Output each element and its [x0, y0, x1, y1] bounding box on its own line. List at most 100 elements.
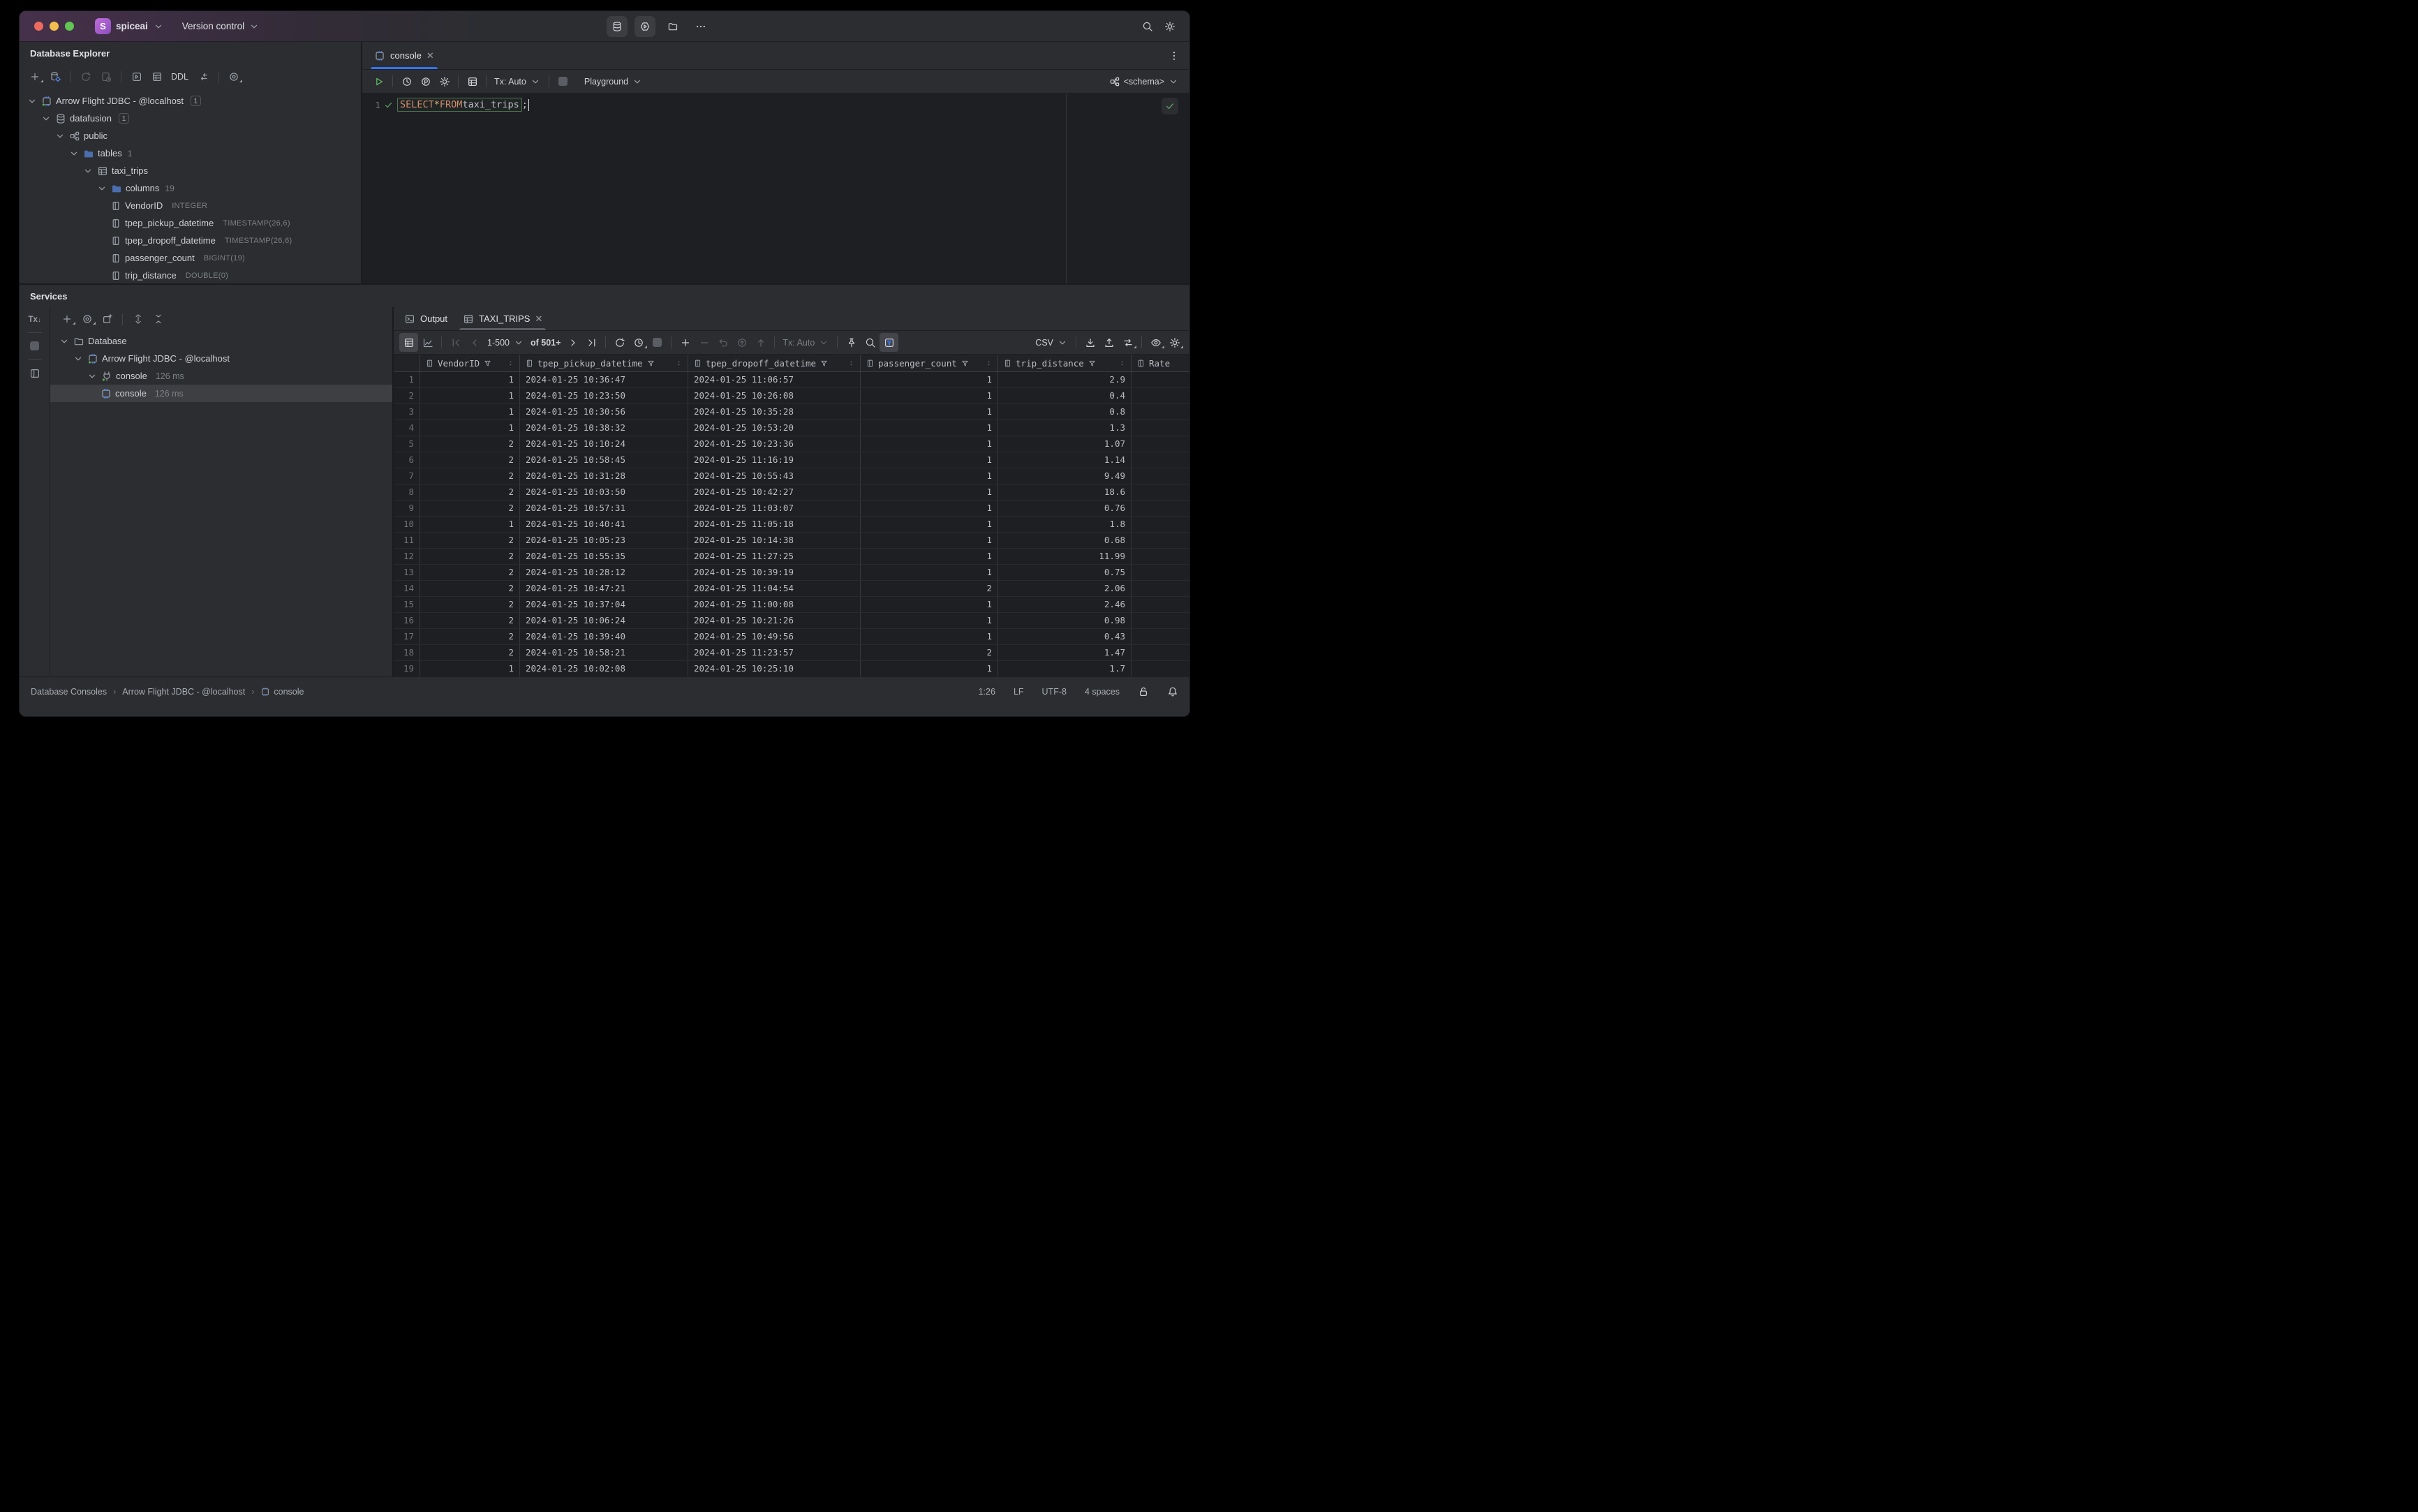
table-cell[interactable]: 1: [861, 661, 998, 676]
table-cell[interactable]: 2: [420, 581, 520, 596]
row-number[interactable]: 2: [394, 388, 420, 403]
tree-row[interactable]: console 126 ms: [50, 367, 392, 385]
row-number[interactable]: 10: [394, 517, 420, 532]
table-cell[interactable]: 0.43: [998, 629, 1132, 644]
schema-selector[interactable]: <schema>: [1106, 72, 1182, 91]
table-cell[interactable]: 1.3: [998, 420, 1132, 436]
table-cell[interactable]: 1.47: [998, 645, 1132, 660]
table-cell[interactable]: 2: [420, 565, 520, 580]
column-header-tpep_pickup_datetime[interactable]: tpep_pickup_datetime: [520, 355, 688, 371]
table-cell[interactable]: 2024-01-25 10:35:28: [688, 404, 861, 420]
bell-icon[interactable]: [1167, 686, 1178, 697]
table-cell[interactable]: 2024-01-25 10:49:56: [688, 629, 861, 644]
table-cell[interactable]: 2: [420, 452, 520, 468]
minimize-window-button[interactable]: [50, 22, 59, 31]
search-icon[interactable]: [1142, 21, 1153, 32]
table-cell[interactable]: [1132, 420, 1189, 436]
table-cell[interactable]: 2024-01-25 10:06:24: [520, 613, 688, 628]
table-cell[interactable]: 2.9: [998, 372, 1132, 387]
table-cell[interactable]: 1: [861, 565, 998, 580]
table-cell[interactable]: 0.75: [998, 565, 1132, 580]
table-cell[interactable]: 2024-01-25 10:21:26: [688, 613, 861, 628]
open-in-new-tab-button[interactable]: [98, 310, 117, 329]
tab-taxi-trips[interactable]: TAXI_TRIPS ✕: [455, 307, 550, 330]
table-cell[interactable]: 0.4: [998, 388, 1132, 403]
table-cell[interactable]: [1132, 388, 1189, 403]
row-number[interactable]: 17: [394, 629, 420, 644]
table-cell[interactable]: [1132, 533, 1189, 548]
table-cell[interactable]: [1132, 581, 1189, 596]
chevron-down-icon[interactable]: [87, 371, 98, 382]
tree-row[interactable]: Database: [50, 332, 392, 350]
more-actions-button[interactable]: [690, 16, 711, 37]
table-cell[interactable]: 2: [420, 436, 520, 452]
tree-row[interactable]: VendorID INTEGER: [20, 197, 361, 214]
table-cell[interactable]: 1: [861, 484, 998, 500]
stop-square-icon[interactable]: [30, 341, 39, 350]
editor-options-kebab-icon[interactable]: [1169, 50, 1180, 61]
breadcrumb-item[interactable]: Database Consoles: [31, 687, 107, 697]
tree-row[interactable]: datafusion 1: [20, 110, 361, 127]
auto-refresh-button[interactable]: [629, 333, 648, 352]
table-cell[interactable]: 2.06: [998, 581, 1132, 596]
settings-gear-icon[interactable]: [1164, 21, 1175, 32]
table-cell[interactable]: 2024-01-25 10:05:23: [520, 533, 688, 548]
table-cell[interactable]: 1.14: [998, 452, 1132, 468]
breadcrumb-item[interactable]: Arrow Flight JDBC - @localhost: [122, 687, 245, 697]
preview-changes-button[interactable]: [732, 333, 751, 352]
tab-console[interactable]: console ✕: [366, 42, 442, 69]
table-cell[interactable]: 2024-01-25 10:31:28: [520, 468, 688, 484]
table-cell[interactable]: [1132, 549, 1189, 564]
sql-statement[interactable]: SELECT * FROM taxi_trips: [397, 98, 522, 112]
expand-all-button[interactable]: [128, 310, 147, 329]
table-cell[interactable]: 0.76: [998, 501, 1132, 516]
chevron-down-icon[interactable]: [59, 336, 70, 347]
open-data-button[interactable]: [147, 68, 166, 87]
chevron-down-icon[interactable]: [54, 131, 66, 142]
table-cell[interactable]: 0.68: [998, 533, 1132, 548]
filter-funnel-icon[interactable]: [819, 359, 829, 368]
breadcrumb-item[interactable]: console: [260, 687, 304, 697]
table-cell[interactable]: 2024-01-25 10:36:47: [520, 372, 688, 387]
tree-row[interactable]: trip_distance DOUBLE(0): [20, 267, 361, 283]
table-cell[interactable]: 2: [420, 484, 520, 500]
compare-data-button[interactable]: [1118, 333, 1137, 352]
table-cell[interactable]: 2024-01-25 10:55:35: [520, 549, 688, 564]
tree-row[interactable]: Arrow Flight JDBC - @localhost 1: [20, 92, 361, 110]
grid-view-button[interactable]: [399, 333, 418, 352]
sort-arrows-icon[interactable]: [507, 360, 514, 367]
table-cell[interactable]: 1: [861, 436, 998, 452]
table-cell[interactable]: 1: [420, 404, 520, 420]
last-page-button[interactable]: [582, 333, 601, 352]
table-cell[interactable]: 1: [420, 420, 520, 436]
row-number[interactable]: 18: [394, 645, 420, 660]
sql-editor[interactable]: 1 SELECT * FROM taxi_trips;: [362, 94, 1189, 283]
sort-arrows-icon[interactable]: [675, 360, 683, 367]
refresh-button[interactable]: [76, 68, 95, 87]
table-cell[interactable]: 1: [420, 517, 520, 532]
project-widget[interactable]: S spiceai: [95, 18, 164, 34]
table-cell[interactable]: 1: [861, 597, 998, 612]
table-cell[interactable]: 1.8: [998, 517, 1132, 532]
table-cell[interactable]: 2.46: [998, 597, 1132, 612]
table-cell[interactable]: 2024-01-25 10:30:56: [520, 404, 688, 420]
tree-row[interactable]: console 126 ms: [50, 385, 392, 402]
lock-open-icon[interactable]: [1138, 686, 1149, 697]
table-cell[interactable]: 18.6: [998, 484, 1132, 500]
filter-funnel-icon[interactable]: [1088, 359, 1097, 368]
table-cell[interactable]: 2024-01-25 10:14:38: [688, 533, 861, 548]
table-cell[interactable]: 1: [420, 388, 520, 403]
data-source-properties-button[interactable]: [45, 68, 64, 87]
table-cell[interactable]: 11.99: [998, 549, 1132, 564]
chevron-down-icon[interactable]: [73, 353, 84, 364]
table-cell[interactable]: 2: [420, 613, 520, 628]
tree-row[interactable]: passenger_count BIGINT(19): [20, 249, 361, 267]
navigate-to-editor-button[interactable]: [193, 68, 212, 87]
table-cell[interactable]: 2024-01-25 11:04:54: [688, 581, 861, 596]
explain-plan-button[interactable]: [416, 72, 435, 91]
find-button[interactable]: [861, 333, 880, 352]
chevron-down-icon[interactable]: [96, 183, 107, 194]
table-cell[interactable]: 1: [861, 629, 998, 644]
table-cell[interactable]: 0.98: [998, 613, 1132, 628]
row-number[interactable]: 13: [394, 565, 420, 580]
